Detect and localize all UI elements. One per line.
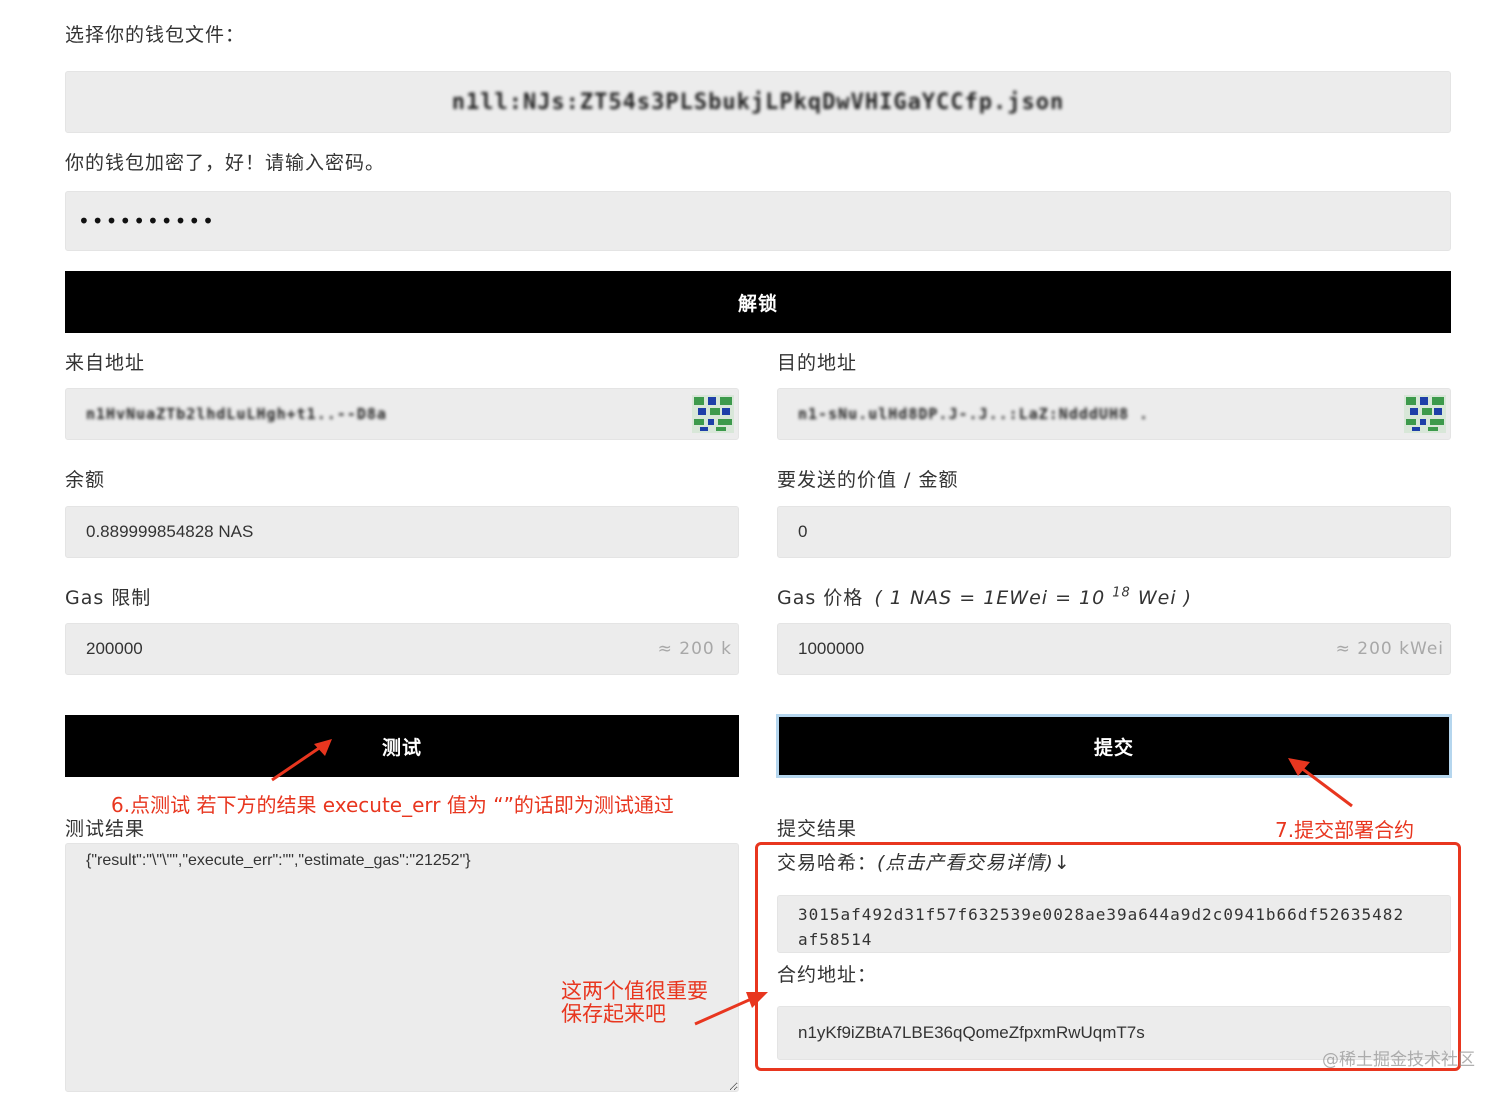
wallet-encrypted-label: 你的钱包加密了，好！请输入密码。 <box>65 152 386 174</box>
gas-price-value: 1000000 <box>798 639 865 658</box>
annotation-save: 这两个值很重要 保存起来吧 <box>561 980 708 1026</box>
gas-price-label-exponent: 18 <box>1112 585 1131 601</box>
annotation-step7: 7.提交部署合约 <box>1275 818 1415 842</box>
unlock-button[interactable]: 解锁 <box>65 271 1451 333</box>
amount-value: 0 <box>798 522 808 541</box>
to-address-input[interactable]: n1-sNu.ulHd8DP.J-.J..:LaZ:NdddUH8 . <box>777 388 1451 440</box>
password-input[interactable]: •••••••••• <box>65 191 1451 251</box>
amount-label: 要发送的价值 / 金额 <box>777 469 959 491</box>
balance-label: 余额 <box>65 469 106 491</box>
from-address-value: n1HvNuaZTb2lhdLuLHgh+t1..--D8a <box>86 405 387 423</box>
gas-limit-value: 200000 <box>86 639 143 658</box>
annotation-arrow-icon <box>1288 758 1353 808</box>
submit-result-label: 提交结果 <box>777 818 858 840</box>
qr-code-icon[interactable] <box>692 395 734 433</box>
annotation-save-line2: 保存起来吧 <box>561 1002 666 1026</box>
gas-price-input[interactable]: 1000000 ≈ 200 kWei <box>777 623 1451 675</box>
test-button[interactable]: 测试 <box>65 715 739 777</box>
gas-limit-suffix: ≈ 200 k <box>657 639 732 659</box>
gas-price-label: Gas 价格 ( 1 NAS = 1EWei = 10 18 Wei ) <box>777 583 1192 610</box>
annotation-arrow-icon <box>271 739 332 782</box>
wallet-file-name: n1ll:NJs:ZT54s3PLSbukjLPkqDwVHIGaYCCfp.j… <box>451 89 1065 115</box>
balance-value: 0.889999854828 NAS <box>86 522 254 541</box>
gas-price-suffix: ≈ 200 kWei <box>1335 639 1444 659</box>
gas-price-label-unit: Wei ) <box>1137 587 1193 609</box>
balance-field: 0.889999854828 NAS <box>65 506 739 558</box>
test-result-label: 测试结果 <box>65 818 146 840</box>
wallet-file-button[interactable]: n1ll:NJs:ZT54s3PLSbukjLPkqDwVHIGaYCCfp.j… <box>65 71 1451 133</box>
watermark: @稀土掘金技术社区 <box>1322 1050 1475 1070</box>
select-wallet-label: 选择你的钱包文件： <box>65 24 246 46</box>
to-address-value: n1-sNu.ulHd8DP.J-.J..:LaZ:NdddUH8 . <box>798 405 1150 423</box>
from-address-label: 来自地址 <box>65 352 146 374</box>
amount-input[interactable]: 0 <box>777 506 1451 558</box>
qr-code-icon[interactable] <box>1404 395 1446 433</box>
gas-limit-input[interactable]: 200000 ≈ 200 k <box>65 623 739 675</box>
annotation-arrow-icon <box>694 992 768 1026</box>
annotation-step6: 6.点测试 若下方的结果 execute_err 值为 “”的话即为测试通过 <box>111 793 674 817</box>
annotation-save-line1: 这两个值很重要 <box>561 979 708 1003</box>
gas-limit-label: Gas 限制 <box>65 587 152 609</box>
highlight-box <box>755 842 1461 1071</box>
password-mask: •••••••••• <box>78 209 216 233</box>
test-result-textarea[interactable]: {"result":"\"\"","execute_err":"","estim… <box>65 843 739 1092</box>
gas-price-label-formula: ( 1 NAS = 1EWei = 10 <box>874 587 1106 609</box>
from-address-input[interactable]: n1HvNuaZTb2lhdLuLHgh+t1..--D8a <box>65 388 739 440</box>
gas-price-label-prefix: Gas 价格 <box>777 587 864 609</box>
to-address-label: 目的地址 <box>777 352 858 374</box>
